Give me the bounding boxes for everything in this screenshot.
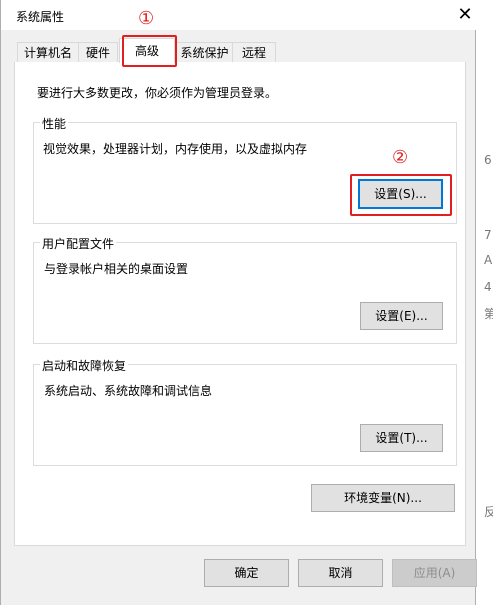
- annotation-box-tab: [122, 35, 177, 67]
- background-fragment: 7: [484, 228, 492, 242]
- environment-variables-button[interactable]: 环境变量(N)...: [311, 484, 455, 512]
- tab-hardware[interactable]: 硬件: [78, 42, 118, 62]
- startup-recovery-label: 启动和故障恢复: [40, 357, 129, 374]
- user-profiles-settings-button[interactable]: 设置(E)...: [360, 302, 443, 330]
- tab-remote[interactable]: 远程: [232, 42, 276, 62]
- annotation-marker-1: ①: [138, 8, 155, 29]
- advanced-tab-panel: 要进行大多数更改，你必须作为管理员登录。 性能 视觉效果，处理器计划，内存使用，…: [14, 62, 466, 546]
- annotation-box-settings: [350, 174, 452, 216]
- close-icon[interactable]: ✕: [453, 2, 477, 28]
- annotation-marker-2: ②: [392, 147, 409, 168]
- window-title: 系统属性: [16, 10, 65, 24]
- startup-recovery-settings-button[interactable]: 设置(T)...: [360, 424, 443, 452]
- user-profiles-label: 用户配置文件: [40, 235, 117, 252]
- performance-description: 视觉效果，处理器计划，内存使用，以及虚拟内存: [43, 142, 308, 156]
- background-fragment: A: [484, 253, 493, 267]
- background-fragment: 6: [484, 153, 492, 167]
- background-fragment: 反: [484, 505, 493, 519]
- tab-computer-name[interactable]: 计算机名: [17, 42, 79, 62]
- startup-recovery-description: 系统启动、系统故障和调试信息: [44, 384, 213, 398]
- ok-button[interactable]: 确定: [204, 559, 289, 587]
- user-profiles-description: 与登录帐户相关的桌面设置: [44, 262, 189, 276]
- cancel-button[interactable]: 取消: [298, 559, 383, 587]
- background-fragment: 4: [484, 280, 492, 294]
- performance-label: 性能: [40, 115, 69, 132]
- system-properties-dialog: 系统属性 ✕ 计算机名 硬件 高级 系统保护 远程 ① 要进行大多数更改，你必须…: [0, 0, 477, 605]
- background-fragment: 第: [484, 307, 493, 321]
- apply-button[interactable]: 应用(A): [392, 559, 477, 587]
- title-bar: 系统属性 ✕: [1, 0, 477, 30]
- tab-system-protection[interactable]: 系统保护: [176, 42, 233, 62]
- admin-notice: 要进行大多数更改，你必须作为管理员登录。: [37, 86, 278, 100]
